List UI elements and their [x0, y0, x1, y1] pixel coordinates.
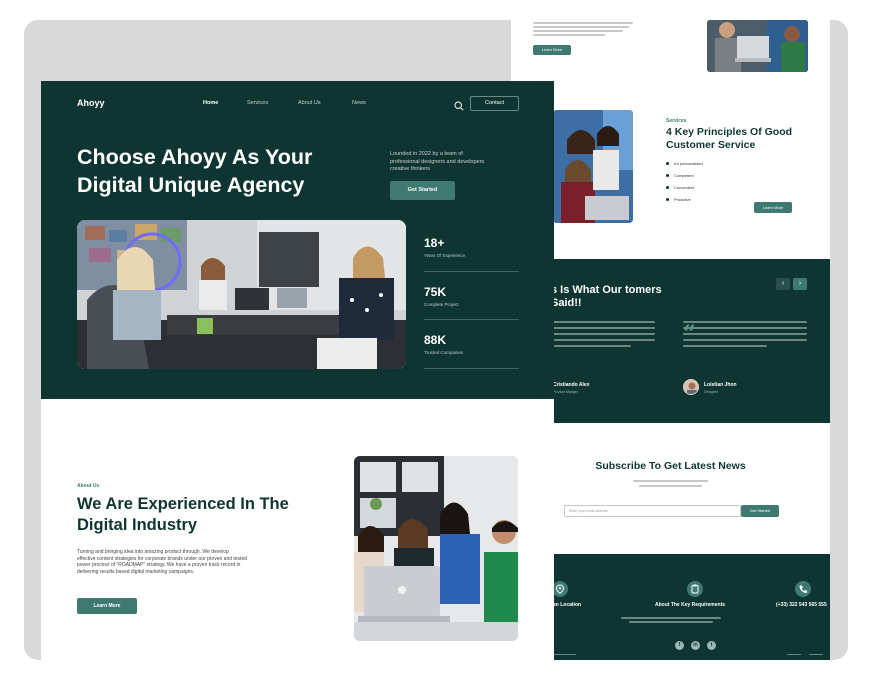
footer: an Location About The Key Requirements (… — [511, 554, 830, 660]
footer-phone-label: (+33) 322 543 565 555 — [776, 602, 827, 608]
stat-projects: 75K Complete Project — [424, 285, 519, 307]
testimonial-name: Cristiando Alex — [553, 382, 590, 388]
secondary-page: Learn More Services 4 Key Principles Of … — [511, 20, 830, 660]
text-line — [683, 321, 807, 323]
principle-label: Proactive — [674, 196, 691, 202]
subscribe-button[interactable]: Get Started — [741, 505, 779, 517]
text-line — [533, 30, 623, 32]
stat-label: Complete Project — [424, 302, 459, 307]
arrow-right-icon[interactable]: › — [793, 278, 807, 290]
twitter-icon[interactable]: t — [707, 641, 716, 650]
stat-companies: 88K Trusted Companies — [424, 333, 519, 355]
bullet-icon — [666, 185, 669, 189]
hero-title: Choose Ahoyy As Your Digital Unique Agen… — [77, 145, 313, 197]
about-title: We Are Experienced In The Digital Indust… — [77, 495, 289, 534]
avatar — [683, 379, 699, 395]
key-principles-title: 4 Key Principles Of Good Customer Servic… — [666, 126, 793, 151]
nav-news[interactable]: News — [352, 100, 366, 106]
location-icon — [552, 581, 568, 597]
nav-about-us[interactable]: About Us — [298, 100, 321, 106]
about-description: Turning and bringing idea into amazing p… — [77, 549, 248, 575]
text-line — [551, 321, 655, 323]
list-item: Proactive — [666, 193, 703, 205]
list-item: It's personalised — [666, 157, 703, 169]
text-line — [683, 345, 767, 347]
stat-label: Trusted Companies — [424, 350, 464, 355]
linkedin-icon[interactable]: in — [691, 641, 700, 650]
testimonial-role: Designer — [704, 390, 719, 394]
hero-description: Lounded in 2022 by a team of professiona… — [390, 151, 485, 172]
text-line — [533, 26, 629, 28]
text-line — [551, 339, 655, 341]
stat-value: 18+ — [424, 236, 445, 250]
principles-list: It's personalised Competent Convenient P… — [666, 157, 703, 205]
principle-label: Convenient — [674, 184, 695, 190]
footer-location-label: an Location — [553, 602, 582, 608]
text-line — [639, 485, 702, 487]
text-line — [683, 327, 807, 329]
text-line — [683, 333, 807, 335]
team-laptop-photo — [354, 456, 518, 641]
about-eyebrow: About Us — [77, 483, 100, 489]
search-icon[interactable] — [454, 98, 464, 111]
text-line — [633, 480, 708, 482]
testimonials-title: s Is What Our tomers Said!! — [551, 284, 662, 309]
list-item: Convenient — [666, 181, 703, 193]
clipboard-icon — [687, 581, 703, 597]
divider — [424, 368, 519, 369]
main-page: Ahoyy Home Services About Us News Contac… — [41, 81, 554, 660]
principle-label: Competent — [674, 172, 694, 178]
bullet-icon — [666, 161, 669, 165]
text-line — [551, 345, 631, 347]
testimonials-section: s Is What Our tomers Said!! ‹ › “ Cristi… — [511, 259, 830, 423]
testimonial-name: Loistian Jhon — [704, 382, 737, 388]
testimonial-role: Product Manger — [553, 390, 578, 394]
bullet-icon — [666, 197, 669, 201]
stat-value: 88K — [424, 333, 447, 347]
get-started-button[interactable]: Get Started — [390, 181, 455, 200]
contact-button[interactable]: Contact — [470, 96, 519, 111]
divider — [424, 319, 519, 320]
learn-more-button[interactable]: Learn More — [77, 598, 137, 614]
text-line — [533, 34, 605, 36]
text-line — [629, 621, 713, 623]
text-line — [683, 339, 807, 341]
logo[interactable]: Ahoyy — [77, 98, 105, 108]
nav-services[interactable]: Services — [247, 100, 268, 106]
subscribe-title: Subscribe To Get Latest News — [595, 460, 746, 472]
top-learn-more-button[interactable]: Learn More — [533, 45, 571, 55]
email-input[interactable]: Enter your email address — [564, 505, 741, 517]
team-laptop-photo — [707, 20, 808, 72]
principles-learn-more-button[interactable]: Learn More — [754, 202, 792, 213]
arrow-left-icon[interactable]: ‹ — [776, 278, 790, 290]
list-item: Competent — [666, 169, 703, 181]
text-line — [551, 333, 655, 335]
bullet-icon — [666, 173, 669, 177]
hero-section: Ahoyy Home Services About Us News Contac… — [41, 81, 554, 399]
stat-value: 75K — [424, 285, 447, 299]
office-team-photo — [77, 220, 406, 369]
nav-home[interactable]: Home — [203, 100, 218, 106]
text-line — [551, 654, 576, 655]
divider — [424, 271, 519, 272]
text-line — [533, 22, 633, 24]
footer-requirements-label: About The Key Requirements — [655, 602, 726, 608]
text-line — [551, 327, 655, 329]
stat-label: Years Of Experience — [424, 253, 466, 258]
text-line — [809, 654, 823, 655]
facebook-icon[interactable]: f — [675, 641, 684, 650]
text-line — [787, 654, 801, 655]
principle-label: It's personalised — [674, 160, 703, 166]
phone-icon — [795, 581, 811, 597]
text-line — [621, 617, 721, 619]
women-team-photo — [553, 110, 633, 223]
stat-experience: 18+ Years Of Experience — [424, 236, 519, 258]
services-eyebrow: Services — [666, 118, 687, 124]
mockup-backdrop: Learn More Services 4 Key Principles Of … — [24, 20, 848, 660]
